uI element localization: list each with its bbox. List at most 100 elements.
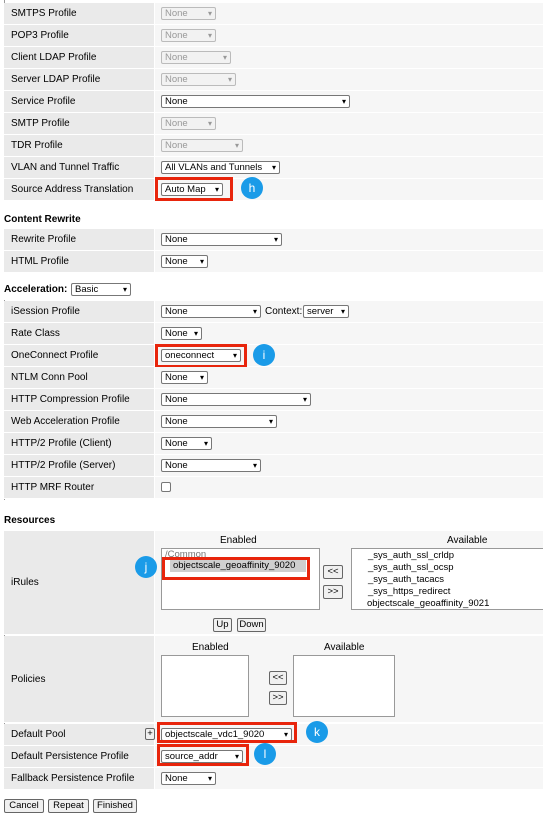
rate-class-label: Rate Class bbox=[4, 323, 154, 345]
acceleration-mode-value: Basic bbox=[75, 284, 99, 295]
vlan-tunnel-select[interactable]: All VLANs and Tunnels ▾ bbox=[161, 161, 280, 174]
web-acceleration-profile-select[interactable]: None ▾ bbox=[161, 415, 277, 428]
list-item[interactable]: _sys_auth_tacacs bbox=[368, 574, 444, 585]
annotation-badge-k: k bbox=[306, 721, 328, 743]
list-item[interactable]: _sys_https_redirect bbox=[368, 586, 450, 597]
service-profile-cell: None ▾ bbox=[155, 91, 543, 113]
fallback-persistence-select[interactable]: None ▾ bbox=[161, 772, 216, 785]
default-persistence-label: Default Persistence Profile bbox=[4, 746, 154, 768]
tdr-profile-label: TDR Profile bbox=[4, 135, 154, 157]
tdr-profile-select[interactable]: None ▾ bbox=[161, 139, 243, 152]
context-label: Context: bbox=[265, 306, 303, 317]
irules-down-button[interactable]: Down bbox=[237, 618, 266, 632]
smtp-profile-select[interactable]: None ▾ bbox=[161, 117, 216, 130]
http-compression-profile-cell: None ▾ bbox=[155, 389, 543, 411]
context-select[interactable]: server ▾ bbox=[303, 305, 349, 318]
irules-remove-button[interactable]: >> bbox=[323, 585, 343, 599]
isession-profile-select[interactable]: None ▾ bbox=[161, 305, 261, 318]
highlight-box-k bbox=[157, 722, 297, 743]
pop3-profile-label: POP3 Profile bbox=[4, 25, 154, 47]
server-ldap-profile-value: None bbox=[165, 74, 188, 85]
chevron-down-icon: ▾ bbox=[207, 774, 212, 783]
default-pool-label: Default Pool bbox=[4, 724, 154, 746]
pop3-profile-value: None bbox=[165, 30, 188, 41]
list-item[interactable]: _sys_auth_ssl_ocsp bbox=[368, 562, 454, 573]
irules-available-list[interactable]: _sys_auth_ssl_crldp _sys_auth_ssl_ocsp _… bbox=[351, 548, 543, 610]
service-profile-label: Service Profile bbox=[4, 91, 154, 113]
http2-client-value: None bbox=[165, 438, 188, 449]
irules-up-button[interactable]: Up bbox=[213, 618, 232, 632]
chevron-down-icon: ▾ bbox=[222, 53, 227, 62]
fallback-persistence-value: None bbox=[165, 773, 188, 784]
rewrite-profile-label: Rewrite Profile bbox=[4, 229, 154, 251]
policies-enabled-list[interactable] bbox=[161, 655, 249, 717]
http2-server-cell: None ▾ bbox=[155, 455, 543, 477]
html-profile-value: None bbox=[165, 256, 188, 267]
server-ldap-profile-select[interactable]: None ▾ bbox=[161, 73, 236, 86]
http-mrf-router-checkbox[interactable] bbox=[161, 482, 171, 492]
rewrite-profile-select[interactable]: None ▾ bbox=[161, 233, 282, 246]
smtps-profile-select[interactable]: None ▾ bbox=[161, 7, 216, 20]
finished-button[interactable]: Finished bbox=[93, 799, 137, 813]
highlight-box-j bbox=[162, 557, 310, 580]
annotation-badge-j: j bbox=[135, 556, 157, 578]
chevron-down-icon: ▾ bbox=[227, 75, 232, 84]
chevron-down-icon: ▾ bbox=[271, 163, 276, 172]
rate-class-cell: None ▾ bbox=[155, 323, 543, 345]
chevron-down-icon: ▾ bbox=[199, 373, 204, 382]
irules-cell: Enabled Available /Common objectscale_ge… bbox=[155, 531, 543, 635]
irules-available-header: Available bbox=[447, 535, 488, 546]
policies-available-header: Available bbox=[324, 642, 365, 653]
isession-profile-value: None bbox=[165, 306, 188, 317]
chevron-down-icon: ▾ bbox=[203, 439, 208, 448]
policies-add-button[interactable]: << bbox=[269, 671, 287, 685]
chevron-down-icon: ▾ bbox=[302, 395, 307, 404]
http-compression-profile-select[interactable]: None ▾ bbox=[161, 393, 311, 406]
repeat-button[interactable]: Repeat bbox=[48, 799, 89, 813]
annotation-badge-l: l bbox=[254, 743, 276, 765]
isession-profile-cell: None ▾ Context: server ▾ bbox=[155, 301, 543, 323]
fallback-persistence-label: Fallback Persistence Profile bbox=[4, 768, 154, 790]
cancel-button[interactable]: Cancel bbox=[4, 799, 44, 813]
client-ldap-profile-select[interactable]: None ▾ bbox=[161, 51, 231, 64]
context-value: server bbox=[307, 306, 334, 317]
http-mrf-router-cell bbox=[155, 477, 543, 499]
http2-client-cell: None ▾ bbox=[155, 433, 543, 455]
client-ldap-profile-cell: None ▾ bbox=[155, 47, 543, 69]
smtps-profile-label: SMTPS Profile bbox=[4, 3, 154, 25]
ntlm-conn-pool-select[interactable]: None ▾ bbox=[161, 371, 208, 384]
irules-enabled-header: Enabled bbox=[220, 535, 257, 546]
chevron-down-icon: ▾ bbox=[273, 235, 278, 244]
pop3-profile-select[interactable]: None ▾ bbox=[161, 29, 216, 42]
chevron-down-icon: ▾ bbox=[207, 119, 212, 128]
annotation-badge-i: i bbox=[253, 344, 275, 366]
acceleration-mode-select[interactable]: Basic ▾ bbox=[71, 283, 131, 296]
irules-add-button[interactable]: << bbox=[323, 565, 343, 579]
highlight-box-i bbox=[155, 344, 247, 368]
oneconnect-profile-label: OneConnect Profile bbox=[4, 345, 154, 367]
http2-server-select[interactable]: None ▾ bbox=[161, 459, 261, 472]
pop3-profile-cell: None ▾ bbox=[155, 25, 543, 47]
html-profile-label: HTML Profile bbox=[4, 251, 154, 273]
policies-remove-button[interactable]: >> bbox=[269, 691, 287, 705]
chevron-down-icon: ▾ bbox=[340, 307, 345, 316]
smtps-profile-value: None bbox=[165, 8, 188, 19]
default-pool-plus-button[interactable]: + bbox=[145, 728, 155, 740]
chevron-down-icon: ▾ bbox=[234, 141, 239, 150]
html-profile-select[interactable]: None ▾ bbox=[161, 255, 208, 268]
rate-class-select[interactable]: None ▾ bbox=[161, 327, 202, 340]
http2-client-select[interactable]: None ▾ bbox=[161, 437, 212, 450]
list-item[interactable]: _sys_auth_ssl_crldp bbox=[368, 550, 454, 561]
rate-class-value: None bbox=[165, 328, 188, 339]
web-acceleration-profile-label: Web Acceleration Profile bbox=[4, 411, 154, 433]
ntlm-conn-pool-value: None bbox=[165, 372, 188, 383]
http-compression-profile-label: HTTP Compression Profile bbox=[4, 389, 154, 411]
smtp-profile-label: SMTP Profile bbox=[4, 113, 154, 135]
policies-available-list[interactable] bbox=[293, 655, 395, 717]
highlight-box-h bbox=[155, 177, 233, 201]
policies-enabled-header: Enabled bbox=[192, 642, 229, 653]
list-item[interactable]: objectscale_geoaffinity_9021 bbox=[367, 598, 489, 609]
rewrite-profile-value: None bbox=[165, 234, 188, 245]
content-rewrite-heading: Content Rewrite bbox=[4, 214, 81, 225]
service-profile-select[interactable]: None ▾ bbox=[161, 95, 350, 108]
